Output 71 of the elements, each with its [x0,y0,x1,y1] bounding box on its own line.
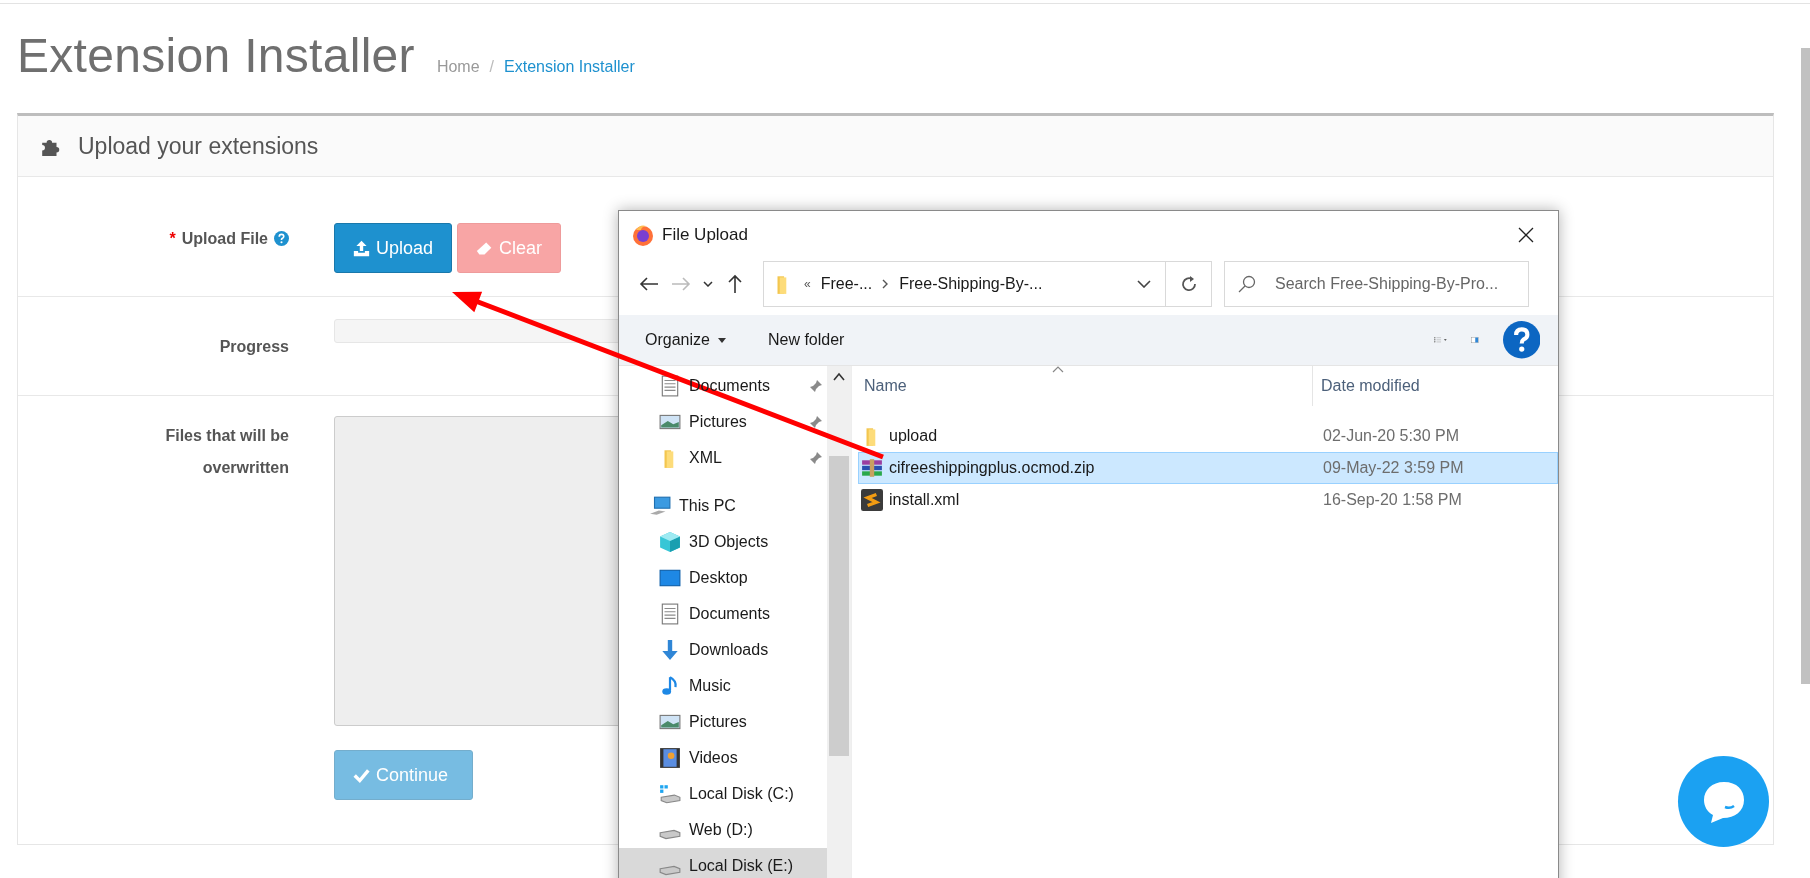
field-label: Progress [219,337,289,357]
scroll-up-icon[interactable] [833,372,845,382]
field-label: Files that will be overwritten [164,426,289,478]
file-name: upload [889,427,938,445]
upload-button[interactable]: Upload [334,223,453,273]
chevron-icon [882,279,890,289]
pin-icon[interactable] [809,379,823,393]
nav-item[interactable]: Desktop [619,560,827,596]
file-name: install.xml [889,491,960,509]
pin-icon[interactable] [809,415,823,429]
file-name: cifreeshippingplus.ocmod.zip [889,459,1095,477]
panel-title: Upload your extensions [78,132,319,160]
nav-item[interactable]: XML [619,440,827,476]
dropdown-icon[interactable] [1137,280,1151,288]
column-header[interactable]: Date modified [1312,366,1558,406]
page-title: Extension Installer [17,28,415,83]
required-mark: * [169,231,176,247]
dialog-title: File Upload [662,225,749,245]
nav-item[interactable]: 3D Objects [619,524,827,560]
computer-icon [649,495,671,517]
nav-item[interactable]: Pictures [619,704,827,740]
nav-item[interactable]: Music [619,668,827,704]
nav-item[interactable]: Videos [619,740,827,776]
pin-icon[interactable] [809,451,823,465]
organize-menu[interactable]: Organize [645,327,726,353]
drive-icon [659,828,681,840]
search-icon [1238,275,1256,293]
browser-icon [632,224,654,246]
forward-arrow-icon [671,276,691,292]
field-label: Upload File [181,231,268,247]
nav-item[interactable]: Web (D:) [619,812,827,848]
nav-item[interactable]: This PC [619,488,827,524]
back-arrow-icon [639,276,659,292]
desktop-icon [659,567,681,589]
refresh-icon [1179,275,1198,293]
address-bar[interactable]: « Free-... Free-Shipping-By-... [763,261,1212,307]
up-arrow-icon [727,274,743,294]
nav-item[interactable]: Local Disk (E:) [619,848,827,878]
scrollbar[interactable] [1801,48,1810,684]
cube-icon [659,531,681,553]
caret-icon [703,281,713,287]
drive-icon [659,783,681,805]
help-icon[interactable] [274,231,289,246]
file-row[interactable]: upload 02-Jun-20 5:30 PM [858,420,1558,452]
script-file-icon [861,489,883,511]
close-icon [1518,227,1534,243]
archive-icon [861,457,883,479]
file-date: 16-Sep-20 1:58 PM [1322,491,1463,509]
nav-item[interactable]: Local Disk (C:) [619,776,827,812]
nav-item[interactable]: Documents [619,596,827,632]
path-segment[interactable]: Free-... [820,275,873,293]
toolbar-button[interactable]: New folder [767,327,845,353]
sort-caret-icon [1052,366,1064,373]
overflow-chevron[interactable]: « [804,277,811,291]
column-header[interactable]: Name [852,377,1312,395]
nav-item[interactable]: Downloads [619,632,827,668]
document-icon [659,603,681,625]
scrollbar[interactable] [827,366,851,878]
path-segment[interactable]: Free-Shipping-By-... [899,275,1043,293]
caret-icon [717,337,726,343]
file-row[interactable]: install.xml 16-Sep-20 1:58 PM [858,484,1558,516]
file-date: 09-May-22 3:59 PM [1322,459,1465,477]
breadcrumb-separator: / [489,58,495,76]
search-field[interactable]: Search Free-Shipping-By-Pro... [1224,261,1529,307]
film-icon [659,747,681,769]
drive-icon [659,864,681,876]
help-icon[interactable] [1502,321,1540,359]
upload-icon [353,239,370,257]
file-row[interactable]: cifreeshippingplus.ocmod.zip 09-May-22 3:59 PM [858,452,1558,484]
file-date: 02-Jun-20 5:30 PM [1322,427,1461,445]
breadcrumb-link[interactable]: Extension Installer [504,58,635,76]
